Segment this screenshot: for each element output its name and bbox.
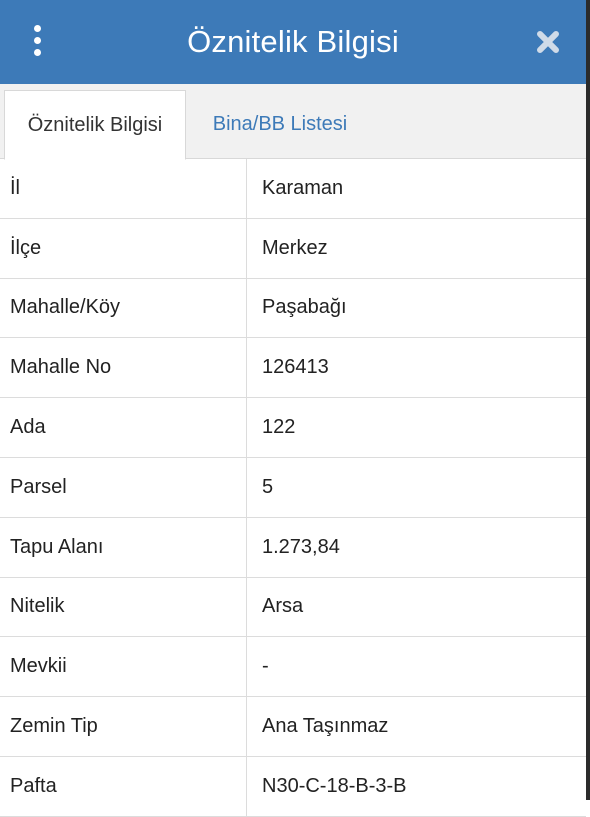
attribute-label: Zemin Tip [0, 697, 247, 756]
attribute-value: 126413 [262, 356, 329, 379]
attribute-value: 1.273,84 [262, 535, 340, 558]
table-row: Ada 122 [0, 398, 586, 458]
attribute-label: İl [0, 159, 247, 218]
attribute-value: Karaman [262, 176, 344, 199]
table-row: Nitelik Arsa [0, 577, 586, 638]
attribute-value: 122 [262, 416, 296, 439]
attribute-value: Paşabağı [262, 296, 347, 319]
attribute-label: Mevkii [0, 637, 247, 697]
tab-bar: Öznitelik Bilgisi Bina/BB Listesi [0, 84, 586, 160]
attribute-value: Arsa [262, 595, 304, 618]
dialog-header: Öznitelik Bilgisi [0, 0, 586, 84]
table-row: Tapu Alanı 1.273,84 [0, 517, 586, 578]
window-edge [586, 0, 590, 800]
dialog-title: Öznitelik Bilgisi [187, 24, 399, 59]
attribute-value: Ana Taşınmaz [262, 715, 389, 738]
attribute-label: Parsel [0, 457, 247, 517]
attribute-label: Pafta [0, 756, 247, 816]
tab-oznitelik-bilgisi[interactable]: Öznitelik Bilgisi [4, 90, 186, 160]
table-row: Mahalle No 126413 [0, 338, 586, 399]
table-row: Parsel 5 [0, 457, 586, 518]
table-row: Mahalle/Köy Paşabağı [0, 278, 586, 339]
tab-bina-bb-listesi[interactable]: Bina/BB Listesi [192, 90, 368, 158]
attribute-label: Mahalle/Köy [0, 278, 247, 338]
attribute-label: Ada [0, 398, 247, 457]
attribute-value: - [262, 655, 269, 678]
attribute-value: N30-C-18-B-3-B [262, 774, 407, 797]
attribute-label: İlçe [0, 218, 247, 278]
close-icon[interactable] [530, 24, 566, 60]
table-row: Pafta N30-C-18-B-3-B [0, 756, 586, 817]
attribute-label: Tapu Alanı [0, 517, 247, 577]
attribute-table: İl Karaman İlçe Merkez Mahalle/Köy Paşab… [0, 159, 586, 817]
table-row: İl Karaman [0, 159, 586, 219]
attribute-value: Merkez [262, 236, 328, 259]
attribute-label: Nitelik [0, 577, 247, 637]
attribute-label: Mahalle No [0, 338, 247, 398]
table-row: Mevkii - [0, 637, 586, 698]
table-row: İlçe Merkez [0, 218, 586, 279]
attribute-value: 5 [262, 475, 274, 498]
table-row: Zemin Tip Ana Taşınmaz [0, 697, 586, 757]
